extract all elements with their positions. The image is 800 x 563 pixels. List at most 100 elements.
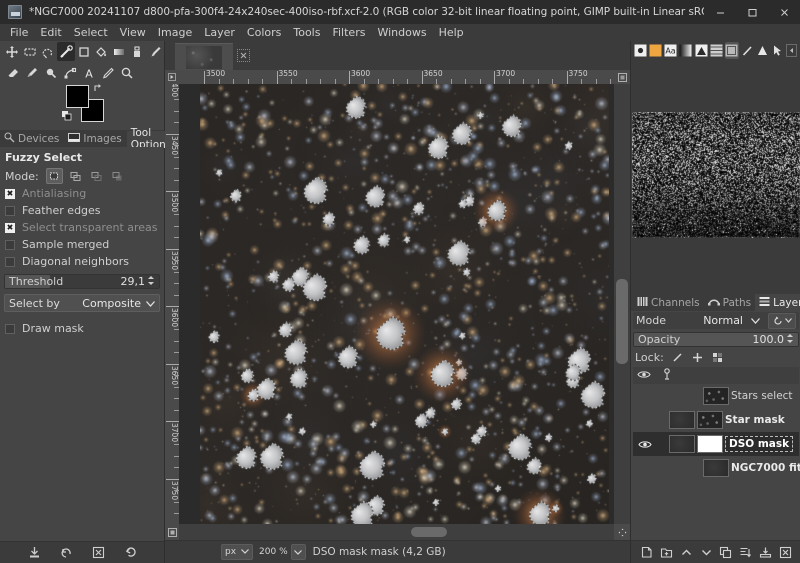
- move-tool-icon[interactable]: [3, 42, 21, 61]
- lock-position-icon[interactable]: [691, 351, 704, 364]
- chevron-down-icon[interactable]: [290, 544, 306, 560]
- swap-colors-icon[interactable]: [93, 83, 103, 93]
- menu-edit[interactable]: Edit: [34, 25, 67, 41]
- tab-images[interactable]: Images: [64, 131, 126, 147]
- table-row[interactable]: DSO mask: [633, 432, 799, 456]
- gradient-tool-icon[interactable]: [110, 42, 128, 61]
- horizontal-scroll-thumb[interactable]: [411, 527, 447, 537]
- raise-layer-icon[interactable]: [678, 544, 694, 560]
- delete-layer-icon[interactable]: [777, 544, 793, 560]
- layer-thumbnail[interactable]: [703, 459, 729, 477]
- menu-tools[interactable]: Tools: [287, 25, 326, 41]
- menu-image[interactable]: Image: [152, 25, 198, 41]
- feather-edges-checkbox[interactable]: [5, 205, 15, 216]
- layer-visibility-toggle[interactable]: [635, 439, 655, 450]
- tab-paths[interactable]: Paths: [704, 294, 756, 311]
- starfield-image[interactable]: [200, 84, 609, 524]
- vertical-ruler[interactable]: 34003450350035503600365037003750: [165, 84, 179, 524]
- lock-alpha-icon[interactable]: [711, 351, 724, 364]
- new-layer-group-icon[interactable]: [659, 544, 675, 560]
- layer-thumbnail[interactable]: [669, 411, 695, 429]
- paintbrush-tool-icon[interactable]: [146, 42, 164, 61]
- pencil-tool-icon[interactable]: [98, 63, 117, 82]
- menu-file[interactable]: File: [4, 25, 34, 41]
- fonts-icon[interactable]: Aa: [664, 42, 678, 59]
- option-feather-edges[interactable]: Feather edges: [0, 202, 164, 219]
- horizontal-ruler[interactable]: 3500 3550 3600 3650 3700 3750: [179, 70, 614, 84]
- navigation-icon[interactable]: [724, 42, 739, 59]
- colors-icon[interactable]: [648, 42, 662, 59]
- layer-thumbnail[interactable]: [703, 387, 729, 405]
- layer-name[interactable]: DSO mask: [725, 436, 794, 452]
- table-row[interactable]: Star mask: [633, 408, 799, 432]
- bucket-fill-tool-icon[interactable]: [92, 42, 110, 61]
- merge-down-icon[interactable]: [757, 544, 773, 560]
- menu-layer[interactable]: Layer: [198, 25, 241, 41]
- option-sample-merged[interactable]: Sample merged: [0, 236, 164, 253]
- replace-selection-icon[interactable]: [45, 168, 63, 184]
- mode-group-icon[interactable]: [768, 312, 796, 329]
- canvas-vertical-scrollbar[interactable]: [614, 84, 630, 524]
- canvas[interactable]: [179, 84, 614, 524]
- layer-name[interactable]: Star mask: [725, 414, 785, 426]
- draw-mask-checkbox[interactable]: [5, 323, 15, 334]
- restore-tool-preset-icon[interactable]: [58, 545, 74, 561]
- option-select-transparent-areas[interactable]: Select transparent areas: [0, 219, 164, 236]
- sample-merged-checkbox[interactable]: [5, 239, 15, 250]
- image-tab-close-icon[interactable]: [237, 49, 250, 62]
- ruler-corner[interactable]: [165, 70, 179, 84]
- duplicate-layer-icon[interactable]: [718, 544, 734, 560]
- tab-channels[interactable]: Channels: [633, 294, 704, 311]
- layer-mask-thumbnail[interactable]: [697, 411, 723, 429]
- cursor-icon[interactable]: [771, 42, 785, 59]
- vertical-scroll-thumb[interactable]: [616, 279, 628, 364]
- select-transparent-areas-checkbox[interactable]: [5, 222, 15, 233]
- crop-tool-icon[interactable]: [75, 42, 93, 61]
- add-to-selection-icon[interactable]: [67, 168, 84, 184]
- zoom-fit-image-icon[interactable]: [614, 70, 630, 84]
- tab-devices[interactable]: Devices: [0, 131, 64, 147]
- foreground-color-swatch[interactable]: [66, 85, 89, 108]
- text-tool-icon[interactable]: A: [79, 63, 98, 82]
- layer-mask-thumbnail[interactable]: [697, 435, 723, 453]
- threshold-stepper[interactable]: [147, 275, 156, 289]
- menu-colors[interactable]: Colors: [241, 25, 287, 41]
- layer-opacity-slider[interactable]: Opacity 100.0: [633, 332, 799, 347]
- dock-menu-icon[interactable]: [785, 44, 798, 57]
- patterns-icon[interactable]: [709, 42, 724, 59]
- dodge-burn-tool-icon[interactable]: [41, 63, 60, 82]
- brushes-icon[interactable]: [633, 42, 647, 59]
- minimize-icon[interactable]: [704, 0, 736, 24]
- intersect-with-selection-icon[interactable]: [109, 168, 126, 184]
- navigation-preview[interactable]: [631, 60, 800, 290]
- free-select-tool-icon[interactable]: [39, 42, 57, 61]
- delete-tool-preset-icon[interactable]: [90, 545, 106, 561]
- option-draw-mask[interactable]: Draw mask: [0, 320, 164, 337]
- zoom-tool-icon[interactable]: [117, 63, 136, 82]
- lock-pixels-icon[interactable]: [671, 351, 684, 364]
- fuzzy-select-tool-icon[interactable]: [56, 42, 75, 61]
- menu-view[interactable]: View: [114, 25, 152, 41]
- tab-layers[interactable]: Layers: [755, 294, 800, 311]
- image-canvas-content[interactable]: [200, 84, 609, 524]
- image-tab[interactable]: [175, 43, 233, 70]
- undo-history-icon[interactable]: [755, 42, 769, 59]
- layer-mode-row[interactable]: Mode Normal: [633, 312, 799, 329]
- threshold-slider[interactable]: Threshold 29,1: [4, 274, 160, 289]
- paths-tool-icon[interactable]: [60, 63, 79, 82]
- option-antialiasing[interactable]: Antialiasing: [0, 185, 164, 202]
- canvas-horizontal-scrollbar[interactable]: [179, 524, 614, 540]
- menu-help[interactable]: Help: [433, 25, 470, 41]
- lower-layer-icon[interactable]: [698, 544, 714, 560]
- select-by-combo[interactable]: Select by Composite: [4, 294, 160, 312]
- anchor-layer-icon[interactable]: [738, 544, 754, 560]
- zoom-selector[interactable]: 200 %: [259, 544, 306, 560]
- menu-select[interactable]: Select: [68, 25, 114, 41]
- reset-tool-options-icon[interactable]: [122, 545, 138, 561]
- opacity-stepper[interactable]: [786, 333, 795, 347]
- table-row[interactable]: Stars select: [633, 384, 799, 408]
- menu-filters[interactable]: Filters: [326, 25, 371, 41]
- layer-thumbnail[interactable]: [669, 435, 695, 453]
- unit-selector[interactable]: px: [221, 544, 254, 560]
- antialiasing-checkbox[interactable]: [5, 188, 15, 199]
